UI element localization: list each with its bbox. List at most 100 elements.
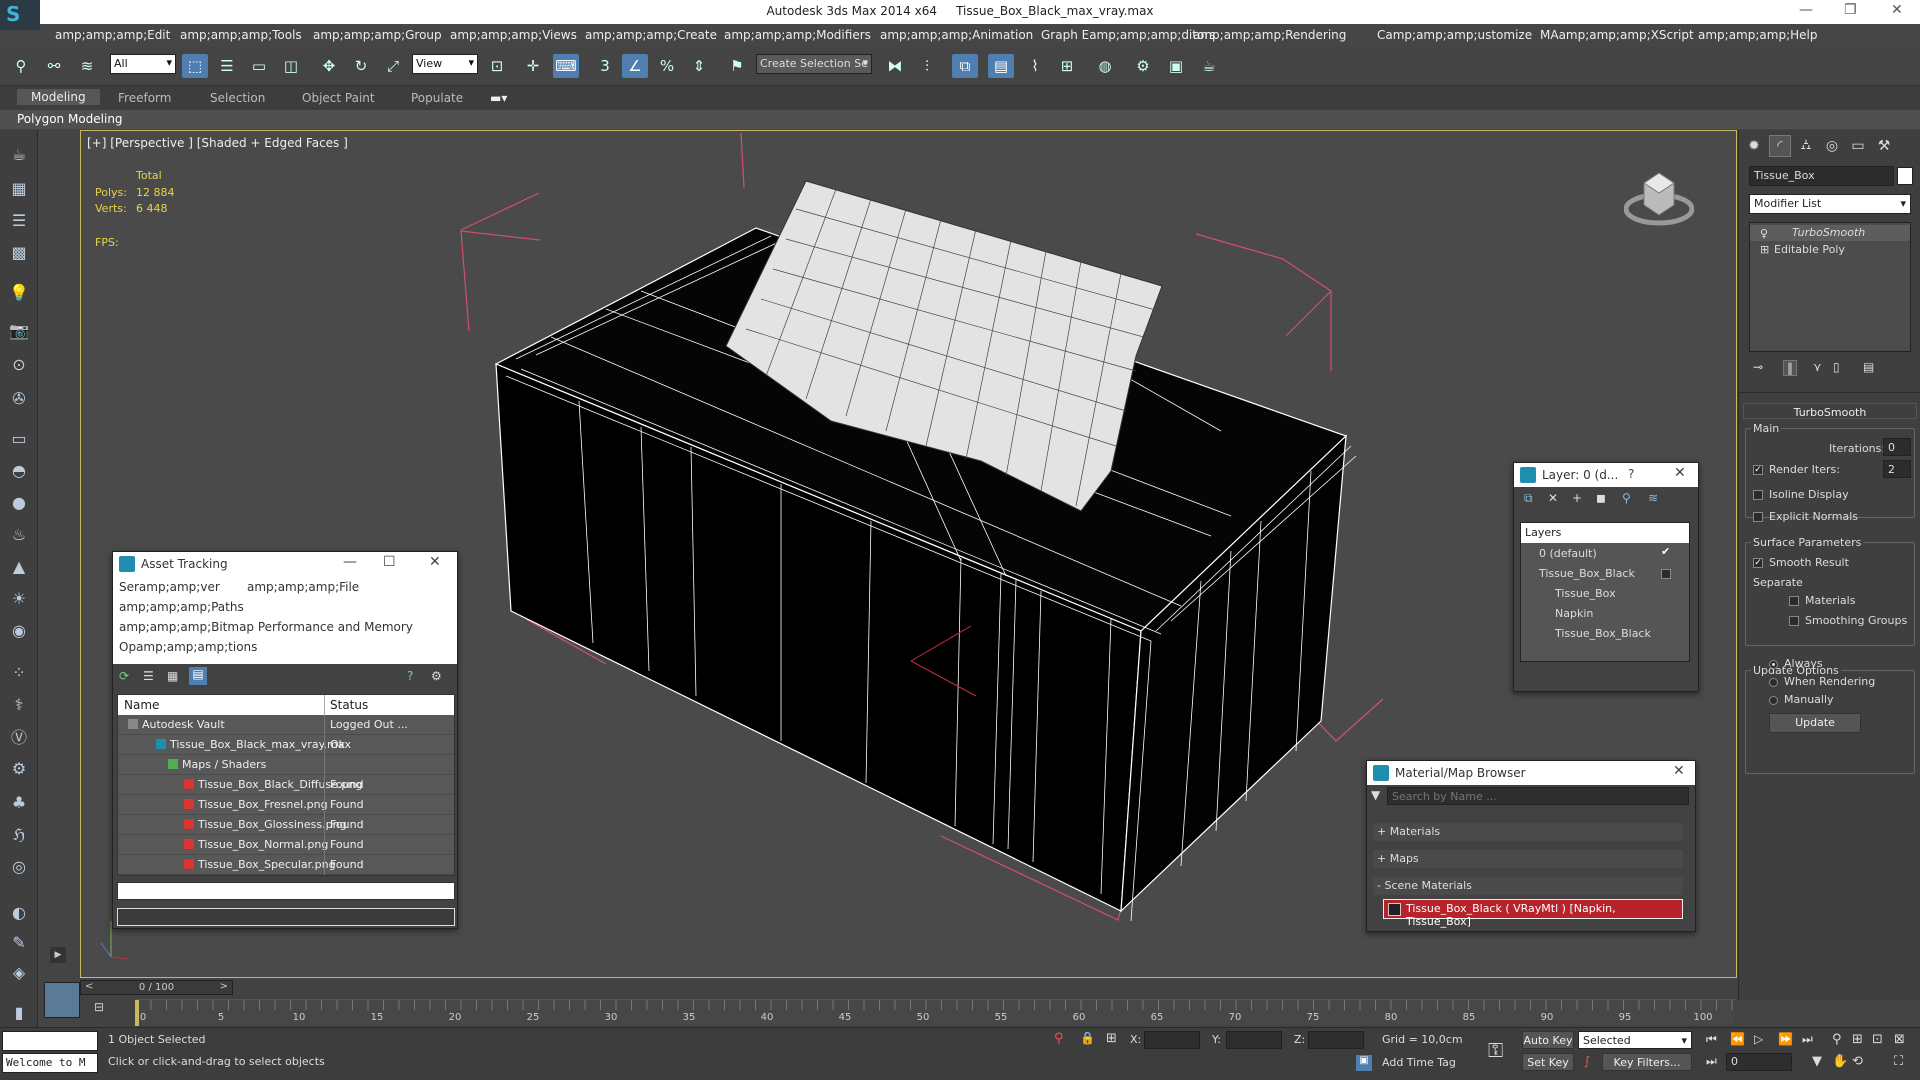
table-row[interactable]: Tissue_Box_Specular.png Found — [118, 855, 454, 875]
display-tab-icon[interactable]: ▭ — [1847, 135, 1869, 157]
current-layer-toggle[interactable] — [1661, 569, 1671, 579]
time-slider[interactable]: < 0 / 100 > — [80, 980, 233, 995]
col-status[interactable]: Status — [330, 698, 368, 712]
table-view-icon[interactable]: ▤ — [189, 667, 207, 685]
window-crossing-icon[interactable]: ◫ — [278, 54, 304, 78]
close-icon[interactable]: ✕ — [429, 554, 441, 570]
pin-stack-icon[interactable]: ⊸ — [1753, 360, 1763, 374]
maxscript-listener-top[interactable] — [2, 1031, 98, 1051]
render-icon[interactable]: ☕ — [1196, 54, 1222, 78]
orbit-icon[interactable]: ⟲ — [1852, 1054, 1863, 1069]
separate-materials-checkbox[interactable] — [1789, 596, 1799, 606]
select-object-icon[interactable]: ⬚ — [182, 54, 208, 78]
thumbnail-view-icon[interactable]: ▦ — [167, 669, 178, 683]
table-row[interactable]: Tissue_Box_Black_max_vray.max Ok — [118, 735, 454, 755]
material-editor-icon[interactable]: ◍ — [1092, 54, 1118, 78]
expand-plus-icon[interactable]: ⊞ — [1760, 243, 1769, 256]
dome-icon[interactable]: ◓ — [7, 458, 31, 482]
layer-manager-icon[interactable]: ⧉ — [952, 54, 978, 78]
curve-editor-icon[interactable]: ⌇ — [1022, 54, 1048, 78]
unlink-icon[interactable]: ⚯ — [41, 54, 67, 78]
tab-selection[interactable]: Selection — [210, 91, 265, 105]
menu-bitmap-performance[interactable]: amp;amp;amp;Bitmap Performance and Memor… — [119, 620, 413, 634]
render-iters-spinner[interactable]: 2 — [1883, 460, 1911, 478]
separate-smoothing-checkbox[interactable] — [1789, 616, 1799, 626]
ribbon-sub-label[interactable]: Polygon Modeling — [17, 112, 123, 126]
update-button[interactable]: Update — [1769, 713, 1861, 733]
hide-layers-icon[interactable]: ≋ — [1648, 491, 1658, 505]
bone-icon[interactable]: ⚕ — [7, 692, 31, 716]
render-iters-checkbox[interactable]: ✓ — [1753, 465, 1763, 475]
layer-item-default[interactable]: 0 (default) — [1539, 547, 1597, 560]
menu-options[interactable]: Opamp;amp;amp;tions — [119, 640, 257, 654]
angle-snap-icon[interactable]: ∠ — [622, 54, 648, 78]
menu-animation[interactable]: amp;amp;amp;Animation — [880, 28, 1033, 42]
key-mode-toggle-icon[interactable]: ⏭ — [1706, 1054, 1717, 1069]
add-to-layer-icon[interactable]: + — [1572, 491, 1582, 505]
app-logo-button[interactable]: S — [0, 0, 40, 30]
auto-key-button[interactable]: Auto Key — [1522, 1031, 1574, 1049]
field-of-view-icon[interactable]: ▼ — [1812, 1054, 1822, 1069]
film-reel-icon[interactable]: ✇ — [7, 386, 31, 410]
when-rendering-radio[interactable] — [1769, 678, 1778, 687]
particles-icon[interactable]: ⁘ — [7, 660, 31, 684]
tab-modeling[interactable]: Modeling — [17, 89, 100, 105]
manually-radio[interactable] — [1769, 696, 1778, 705]
utilities-tab-icon[interactable]: ⚒ — [1873, 135, 1895, 157]
globe-icon[interactable]: ◐ — [7, 900, 31, 924]
mirror-icon[interactable]: ⧓ — [882, 54, 908, 78]
close-window-button[interactable]: ✕ — [1891, 2, 1903, 18]
smooth-result-checkbox[interactable]: ✓ — [1753, 558, 1763, 568]
prev-frame-icon[interactable]: ⏪ — [1730, 1032, 1745, 1046]
teapot-shape-icon[interactable]: ♨ — [7, 522, 31, 546]
col-name[interactable]: Name — [124, 698, 159, 712]
play-icon[interactable]: ▷ — [1754, 1032, 1763, 1046]
always-radio[interactable] — [1769, 660, 1778, 669]
cone-icon[interactable]: ▲ — [7, 554, 31, 578]
grid-icon[interactable]: ▩ — [7, 240, 31, 264]
mini-curve-button[interactable] — [44, 982, 80, 1018]
select-by-name-icon[interactable]: ☰ — [214, 54, 240, 78]
scene-material-item[interactable]: Tissue_Box_Black ( VRayMtl ) [Napkin, Ti… — [1383, 899, 1683, 928]
object-name-field[interactable]: Tissue_Box — [1749, 166, 1894, 186]
select-manipulate-icon[interactable]: ✛ — [520, 54, 546, 78]
render-frame-icon[interactable]: ▦ — [7, 176, 31, 200]
list-view-icon[interactable]: ☰ — [143, 669, 154, 683]
maximize-viewport-icon[interactable]: ⛶ — [1894, 1054, 1903, 1069]
plane-icon[interactable]: ▭ — [7, 426, 31, 450]
y-coordinate-field[interactable] — [1226, 1031, 1282, 1049]
ribbon-toggle-icon[interactable]: ▤ — [988, 54, 1014, 78]
modifier-list-dropdown[interactable]: Modifier List ▾ — [1749, 194, 1911, 214]
object-color-swatch[interactable] — [1897, 167, 1913, 185]
light-bulb-icon[interactable]: 💡 — [7, 280, 31, 304]
viewcube-icon[interactable] — [1624, 161, 1694, 231]
go-to-start-icon[interactable]: ⏮ — [1706, 1032, 1717, 1047]
isoline-checkbox[interactable] — [1753, 490, 1763, 500]
stack-turbosmooth[interactable]: TurboSmooth — [1750, 225, 1910, 241]
menu-customize[interactable]: Camp;amp;amp;ustomize — [1377, 28, 1532, 42]
plant-icon[interactable]: ♣ — [7, 790, 31, 814]
bind-spacewarp-icon[interactable]: ≋ — [74, 54, 100, 78]
menu-edit[interactable]: amp;amp;amp;Edit — [55, 28, 170, 42]
zoom-icon[interactable]: ⚲ — [1832, 1032, 1842, 1047]
lightbulb-icon[interactable]: ♀ — [1760, 227, 1768, 240]
sphere-icon[interactable]: ● — [7, 490, 31, 514]
percent-snap-icon[interactable]: % — [654, 54, 680, 78]
table-row[interactable]: Tissue_Box_Black_Diffuse.png Found — [118, 775, 454, 795]
sun-icon[interactable]: ☀ — [7, 586, 31, 610]
asset-tracking-titlebar[interactable]: Asset Tracking — ☐ ✕ — [113, 552, 457, 576]
remove-modifier-icon[interactable]: ▯ — [1833, 360, 1840, 374]
table-row[interactable]: Tissue_Box_Normal.png Found — [118, 835, 454, 855]
z-coordinate-field[interactable] — [1308, 1031, 1364, 1049]
hair-icon[interactable]: ℌ — [7, 822, 31, 846]
maxscript-listener[interactable]: Welcome to M — [2, 1053, 98, 1073]
go-to-end-icon[interactable]: ⏭ — [1802, 1032, 1813, 1047]
menu-modifiers[interactable]: amp;amp;amp;Modifiers — [724, 28, 871, 42]
isolate-pin-icon[interactable]: ⚲ — [1054, 1031, 1064, 1046]
vault-settings-icon[interactable]: ⚙ — [431, 669, 442, 683]
delete-layer-icon[interactable]: ✕ — [1548, 491, 1558, 505]
key-filters-button[interactable]: Key Filters... — [1602, 1053, 1692, 1071]
render-setup-icon[interactable]: ⚙ — [1130, 54, 1156, 78]
move-icon[interactable]: ✥ — [316, 54, 342, 78]
menu-maxscript[interactable]: MAamp;amp;amp;XScript — [1540, 28, 1694, 42]
